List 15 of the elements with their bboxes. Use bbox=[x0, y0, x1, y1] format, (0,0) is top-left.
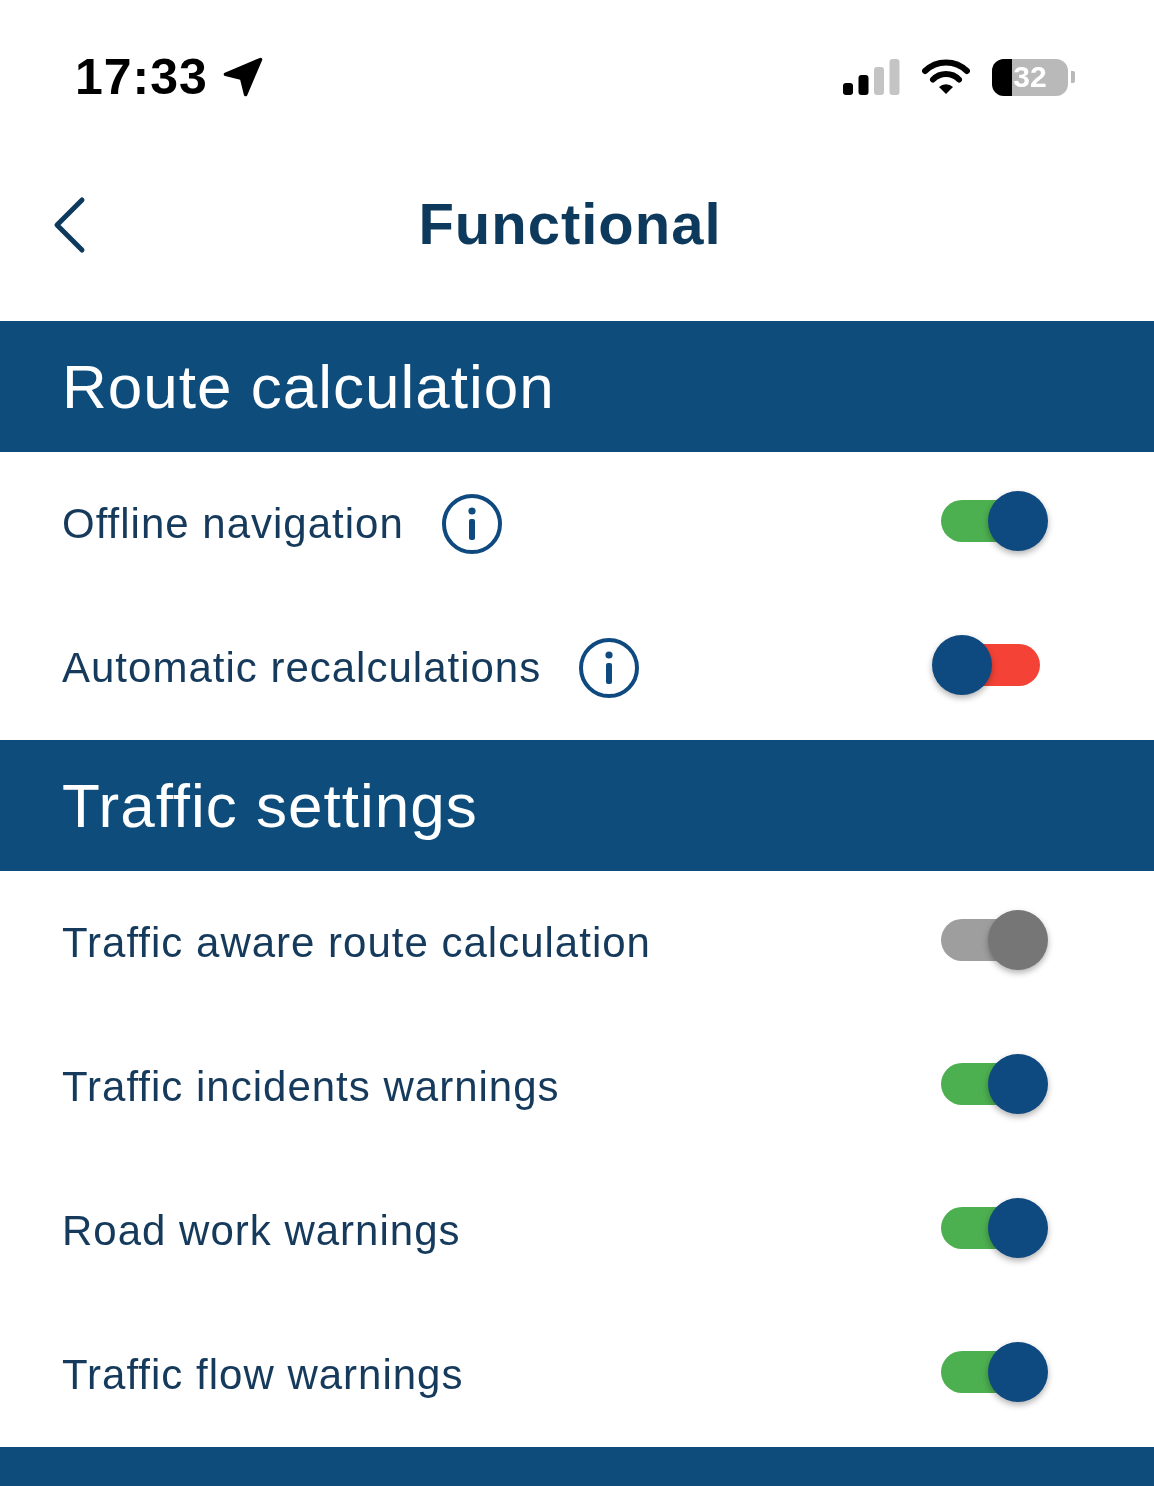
info-icon[interactable] bbox=[579, 638, 640, 698]
location-arrow-icon bbox=[221, 56, 264, 98]
status-time: 17:33 bbox=[75, 52, 208, 102]
setting-label: Road work warnings bbox=[62, 1210, 461, 1252]
page-title: Functional bbox=[418, 195, 722, 253]
setting-label: Offline navigation bbox=[62, 503, 404, 545]
setting-label: Automatic recalculations bbox=[62, 647, 542, 689]
setting-label: Traffic aware route calculation bbox=[62, 922, 651, 964]
setting-label: Traffic flow warnings bbox=[62, 1354, 464, 1396]
wifi-icon bbox=[922, 59, 970, 95]
signal-icon bbox=[843, 59, 900, 95]
section-title: Route calculation bbox=[62, 355, 555, 418]
battery-indicator: 32 bbox=[992, 58, 1075, 96]
setting-label: Traffic incidents warnings bbox=[62, 1066, 560, 1108]
info-icon[interactable] bbox=[441, 494, 502, 554]
